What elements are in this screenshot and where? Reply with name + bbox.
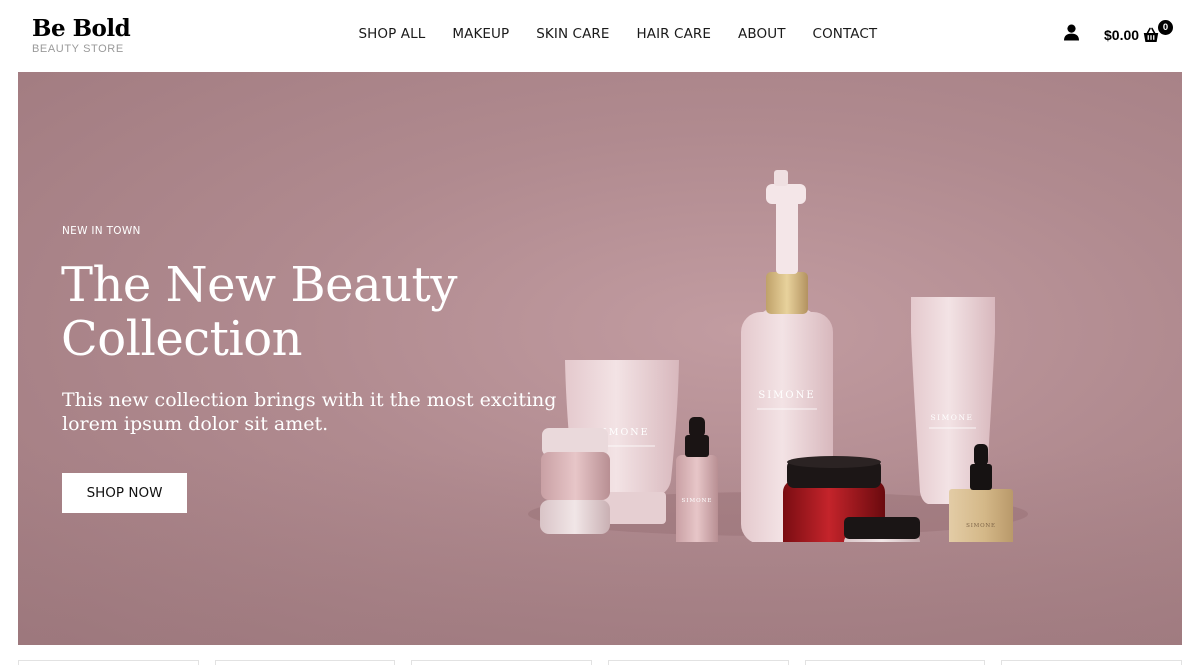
product-card[interactable] — [608, 660, 789, 665]
nav-item-skin-care[interactable]: SKIN CARE — [536, 26, 609, 42]
shopping-basket-icon — [1143, 27, 1159, 43]
product-card[interactable] — [1001, 660, 1183, 665]
logo-title: Be Bold — [32, 15, 131, 42]
product-label: SIMONE — [682, 498, 713, 504]
cart-link[interactable]: $0.00 — [1104, 27, 1159, 43]
logo[interactable]: Be Bold BEAUTY STORE — [32, 15, 131, 56]
hero-eyebrow: NEW IN TOWN — [62, 225, 141, 237]
nav-item-contact[interactable]: CONTACT — [813, 26, 878, 42]
main-nav: SHOP ALL MAKEUP SKIN CARE HAIR CARE ABOU… — [345, 26, 891, 42]
product-label: SIMONE — [931, 413, 974, 422]
logo-tagline: BEAUTY STORE — [32, 43, 124, 55]
product-cards-strip — [18, 660, 1183, 665]
hero-banner: NEW IN TOWN The New Beauty Collection Th… — [18, 72, 1182, 645]
site-header: Be Bold BEAUTY STORE SHOP ALL MAKEUP SKI… — [0, 0, 1200, 72]
hero-description: This new collection brings with it the m… — [62, 389, 557, 435]
shop-now-button[interactable]: SHOP NOW — [62, 473, 187, 513]
nav-item-shop-all[interactable]: SHOP ALL — [359, 26, 426, 42]
user-icon[interactable] — [1063, 24, 1080, 41]
cart-total: $0.00 — [1104, 27, 1140, 43]
hero-product-image: SIMONE SIMONE SIMONE SIMONE SIMONE — [508, 162, 1028, 542]
nav-item-about[interactable]: ABOUT — [738, 26, 786, 42]
product-card[interactable] — [804, 660, 986, 665]
product-label: SIMONE — [966, 523, 996, 529]
nav-item-hair-care[interactable]: HAIR CARE — [637, 26, 712, 42]
hero-title: The New Beauty Collection — [61, 257, 457, 367]
product-label: SIMONE — [758, 390, 815, 401]
product-card[interactable] — [18, 660, 199, 665]
product-card[interactable] — [214, 660, 396, 665]
cart-count-badge: 0 — [1158, 20, 1173, 35]
product-card[interactable] — [411, 660, 593, 665]
nav-item-makeup[interactable]: MAKEUP — [452, 26, 509, 42]
